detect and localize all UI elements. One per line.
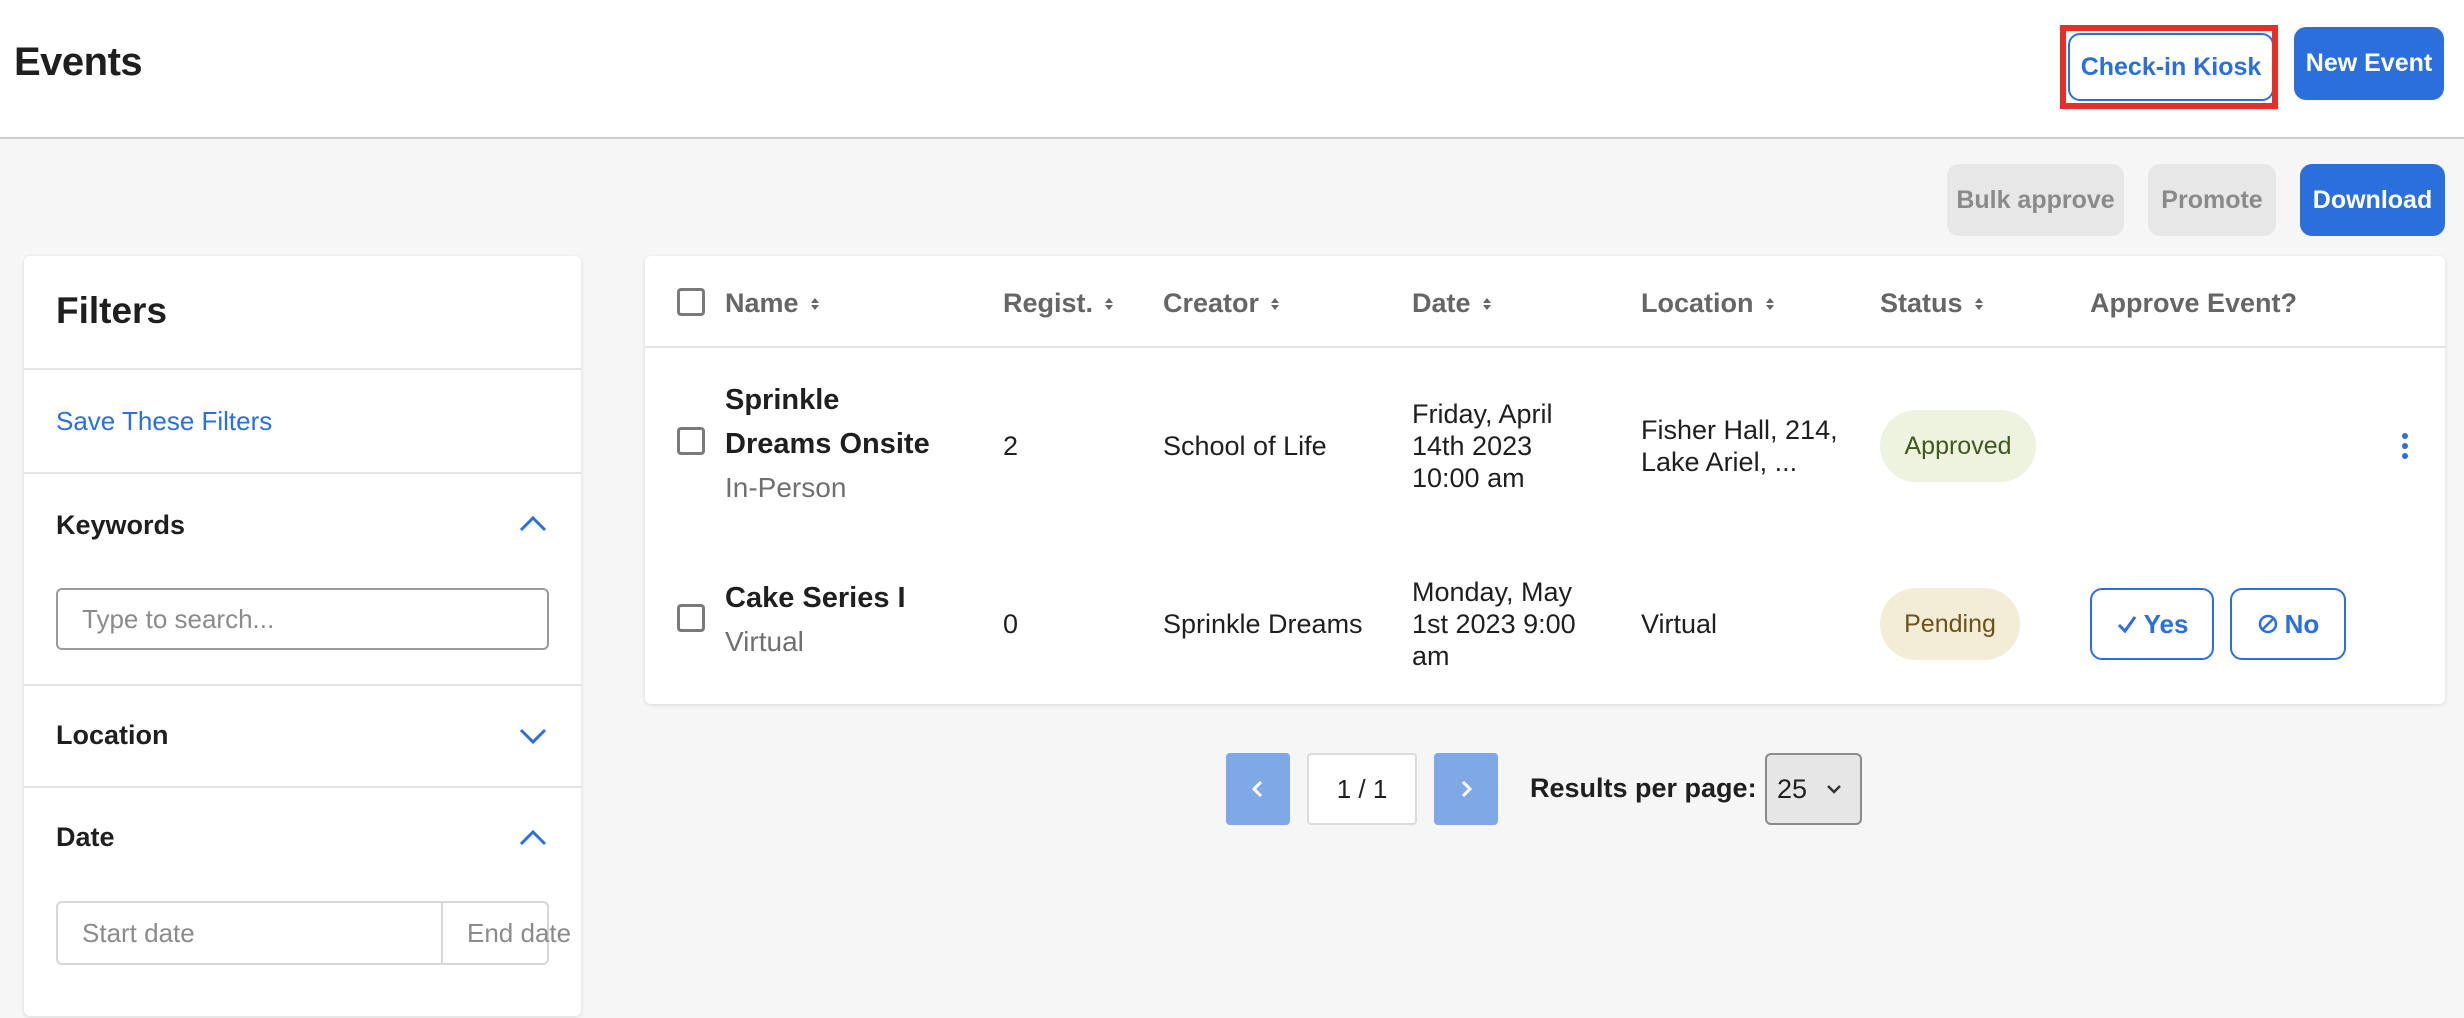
location-line: Lake Ariel, ... (1641, 447, 1798, 477)
approve-no-label: No (2284, 608, 2320, 639)
sort-icon (1105, 297, 1114, 310)
date-range-input (56, 901, 826, 965)
promote-button[interactable]: Promote (2148, 164, 2276, 236)
download-button[interactable]: Download (2300, 164, 2445, 236)
save-filters-section: Save These Filters (24, 370, 581, 474)
location-line: Fisher Hall, 214, (1641, 415, 1838, 445)
new-event-button[interactable]: New Event (2294, 27, 2444, 100)
column-header-label: Approve Event? (2090, 288, 2298, 318)
location-cell: Virtual (1641, 609, 1718, 639)
column-header-label: Creator (1163, 288, 1260, 318)
date-line: 1st 2023 9:00 (1412, 609, 1576, 639)
date-cell: Friday, April 14th 2023 10:00 am (1412, 398, 1553, 494)
chevron-right-icon (1461, 780, 1473, 798)
column-header-regist[interactable]: Regist. (1003, 288, 1115, 319)
column-header-label: Location (1641, 288, 1754, 318)
location-section: Location (24, 686, 581, 788)
event-type: Virtual (725, 626, 804, 657)
event-name-cell[interactable]: Cake Series I Virtual (725, 576, 975, 664)
start-date-input[interactable] (58, 903, 441, 963)
approve-yes-label: Yes (2143, 608, 2189, 639)
registrations-cell: 0 (1003, 609, 1019, 639)
prohibited-icon (2258, 614, 2277, 634)
column-header-name[interactable]: Name (725, 288, 821, 319)
chevron-up-icon[interactable] (515, 506, 551, 542)
registrations-cell: 2 (1003, 431, 1019, 461)
status-badge: Approved (1880, 410, 2036, 482)
highlight-annotation-box (2060, 25, 2278, 109)
page-title: Events (14, 40, 143, 84)
creator-cell: School of Life (1163, 431, 1327, 461)
column-header-label: Regist. (1003, 288, 1094, 318)
row-checkbox[interactable] (677, 604, 705, 632)
prev-page-button[interactable] (1226, 753, 1290, 825)
results-per-page-label: Results per page: (1530, 773, 1757, 803)
column-header-label: Status (1880, 288, 1963, 318)
creator-cell: Sprinkle Dreams (1163, 609, 1363, 639)
save-filters-link[interactable]: Save These Filters (56, 406, 272, 437)
filters-panel: Filters Save These Filters Keywords Loca… (24, 256, 826, 1016)
sort-icon (1974, 297, 1983, 310)
status-badge: Pending (1880, 588, 2020, 660)
chevron-down-icon (1827, 785, 1841, 794)
column-header-label: Name (725, 288, 799, 318)
sort-icon (1765, 297, 1774, 310)
select-all-checkbox[interactable] (677, 288, 705, 316)
events-table: Name Regist. Creator Date Location Statu… (645, 256, 2445, 704)
column-header-label: Date (1412, 288, 1471, 318)
approve-no-button[interactable]: No (2230, 588, 2346, 660)
sort-icon (1482, 297, 1491, 310)
column-header-status[interactable]: Status (1880, 288, 1985, 319)
approve-yes-button[interactable]: Yes (2090, 588, 2214, 660)
row-checkbox[interactable] (677, 427, 705, 455)
end-date-input[interactable] (441, 903, 826, 963)
date-label: Date (56, 822, 115, 852)
date-line: Friday, April (1412, 399, 1553, 429)
column-header-creator[interactable]: Creator (1163, 288, 1281, 319)
chevron-down-icon[interactable] (515, 718, 551, 754)
column-header-location[interactable]: Location (1641, 288, 1776, 319)
column-header-approve: Approve Event? (2090, 288, 2297, 319)
date-line: 10:00 am (1412, 463, 1525, 493)
date-line: Monday, May (1412, 577, 1573, 607)
keywords-section: Keywords (24, 474, 581, 686)
next-page-button[interactable] (1434, 753, 1498, 825)
date-line: am (1412, 641, 1450, 671)
bulk-approve-button[interactable]: Bulk approve (1947, 164, 2124, 236)
sort-icon (1271, 297, 1280, 310)
keywords-label: Keywords (56, 510, 186, 540)
event-type: In-Person (725, 472, 847, 503)
page-header: Events Check-in Kiosk New Event (0, 0, 2464, 139)
filters-title: Filters (56, 290, 168, 331)
location-label: Location (56, 720, 169, 750)
date-cell: Monday, May 1st 2023 9:00 am (1412, 576, 1576, 672)
chevron-left-icon (1251, 780, 1263, 798)
event-name: Sprinkle (725, 384, 840, 416)
column-header-date[interactable]: Date (1412, 288, 1493, 319)
header-divider (645, 346, 2445, 348)
filters-header: Filters (24, 256, 581, 370)
date-line: 14th 2023 (1412, 431, 1533, 461)
keyword-search-input[interactable] (56, 588, 549, 650)
results-per-page-value: 25 (1777, 773, 1808, 804)
more-options-icon[interactable] (2400, 432, 2410, 460)
results-per-page-select[interactable]: 25 (1765, 753, 1862, 825)
checkmark-icon (2117, 616, 2136, 634)
event-name: Cake Series I (725, 582, 906, 614)
event-name: Dreams Onsite (725, 428, 930, 460)
chevron-up-icon[interactable] (515, 820, 551, 856)
event-name-cell[interactable]: Sprinkle Dreams Onsite In-Person (725, 378, 975, 510)
sort-icon (810, 297, 819, 310)
page-indicator: 1 / 1 (1307, 753, 1417, 825)
location-cell: Fisher Hall, 214, Lake Ariel, ... (1641, 414, 1838, 478)
